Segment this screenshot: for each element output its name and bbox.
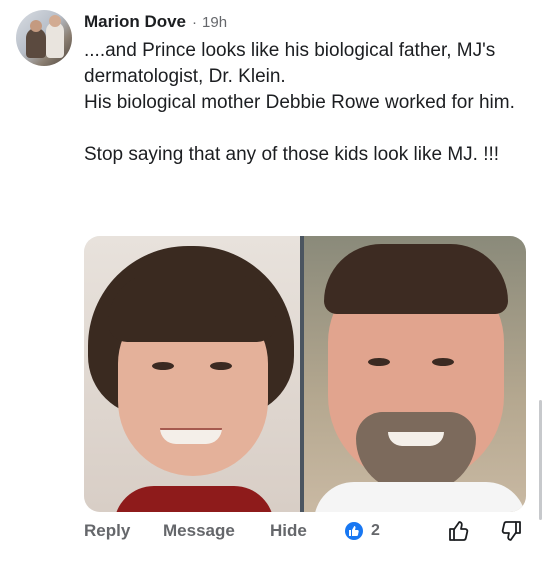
scrollbar[interactable] [539, 400, 542, 520]
photo-right-portrait [304, 236, 526, 512]
author-name[interactable]: Marion Dove [84, 12, 186, 32]
thumbs-down-icon[interactable] [499, 519, 523, 548]
avatar[interactable] [16, 10, 72, 66]
comment-paragraph: His biological mother Debbie Rowe worked… [84, 92, 515, 113]
avatar-figure-right [46, 22, 64, 58]
thumbs-up-icon[interactable] [447, 519, 471, 548]
message-button[interactable]: Message [163, 517, 235, 545]
comment-paragraph: Stop saying that any of those kids look … [84, 144, 500, 165]
hide-button[interactable]: Hide [270, 517, 307, 545]
comment-photo[interactable] [84, 236, 526, 512]
avatar-face-left [30, 20, 42, 32]
photo-left-portrait [84, 236, 300, 512]
comment-header: Marion Dove · 19h [84, 10, 227, 34]
comment-paragraph: ....and Prince looks like his biological… [84, 40, 496, 87]
comment-body: ....and Prince looks like his biological… [84, 38, 534, 168]
avatar-figure-left [26, 28, 46, 58]
like-count[interactable]: 2 [371, 517, 380, 545]
like-badge-thumb-icon [349, 526, 359, 536]
meta-separator: · [192, 13, 198, 31]
avatar-face-right [49, 15, 61, 27]
like-badge-icon[interactable] [345, 522, 363, 540]
comment-actions: Reply Message Hide 2 [84, 517, 534, 545]
timestamp[interactable]: 19h [202, 14, 227, 31]
reply-button[interactable]: Reply [84, 517, 130, 545]
